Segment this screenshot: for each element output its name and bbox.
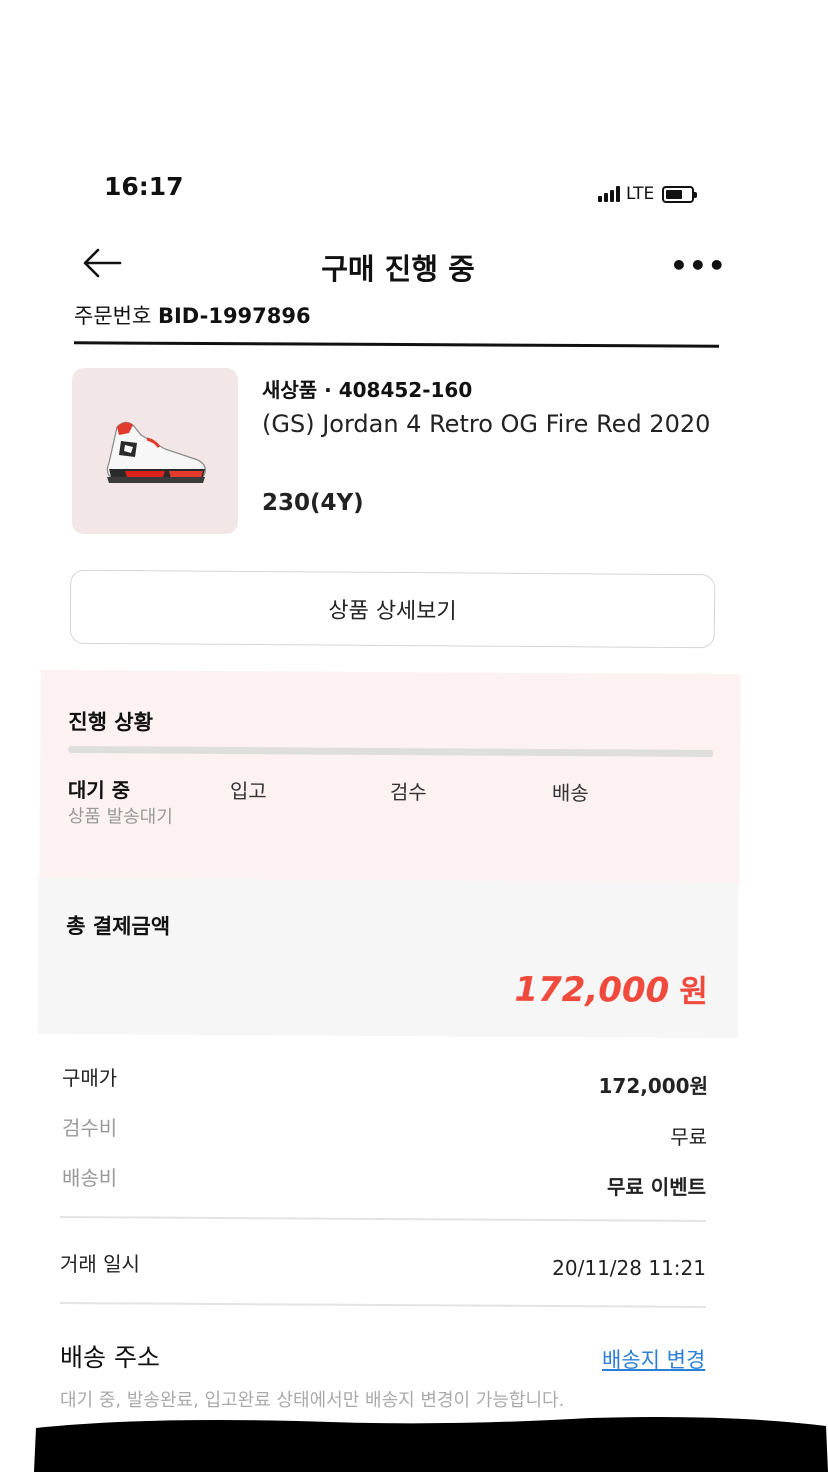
status-time: 16:17 [104,172,184,201]
order-number: 주문번호 BID-1997896 [74,300,311,330]
redaction-mark [34,1417,828,1472]
progress-title: 진행 상황 [68,710,154,735]
order-number-value: BID-1997896 [157,304,311,328]
total-amount-unit: 원 [679,973,708,1010]
shipping-fee-label: 배송비 [62,1166,118,1190]
more-options-icon[interactable]: ••• [670,252,727,280]
transaction-date-value: 20/11/28 11:21 [552,1256,706,1280]
inspection-fee-label: 검수비 [62,1116,118,1140]
back-button[interactable] [80,246,124,280]
product-thumbnail[interactable] [72,368,238,534]
battery-icon [662,185,698,203]
order-number-label: 주문번호 [74,304,152,328]
progress-bar [68,746,714,757]
total-amount: 172,000 원 [514,965,708,1011]
step-shipping: 배송 [551,780,589,806]
transaction-date-label: 거래 일시 [60,1252,140,1276]
step-inspection: 검수 [389,779,427,805]
change-address-link[interactable]: 배송지 변경 [602,1344,705,1374]
purchase-price-label: 구매가 [62,1066,118,1090]
total-section: 총 결제금액 172,000 원 [37,877,739,1039]
product-size: 230(4Y) [262,490,364,516]
step-warehousing: 입고 [229,779,267,804]
shipping-fee-value: 무료 이벤트 [607,1175,706,1199]
purchase-price-value: 172,000원 [598,1074,709,1098]
sneaker-image [106,421,206,483]
step-waiting-sub: 상품 발송대기 [67,806,173,828]
total-label: 총 결제금액 [66,914,171,939]
network-label: LTE [626,184,655,204]
product-detail-button[interactable]: 상품 상세보기 [69,569,716,649]
product-name: (GS) Jordan 4 Retro OG Fire Red 2020 [262,410,711,438]
status-indicators: LTE [598,184,698,204]
address-change-note: 대기 중, 발송완료, 입고완료 상태에서만 배송지 변경이 가능합니다. [60,1390,565,1411]
shipping-address-title: 배송 주소 [60,1343,160,1372]
step-waiting: 대기 중 [67,778,131,803]
product-meta: 새상품 · 408452-160 [262,378,473,402]
page-title: 구매 진행 중 [321,252,475,286]
progress-section: 진행 상황 대기 중 입고 검수 배송 상품 발송대기 [39,669,741,887]
inspection-fee-value: 무료 [670,1125,707,1149]
signal-icon [598,186,620,202]
total-amount-value: 172,000 [514,969,670,1011]
arrow-left-icon [83,248,122,278]
